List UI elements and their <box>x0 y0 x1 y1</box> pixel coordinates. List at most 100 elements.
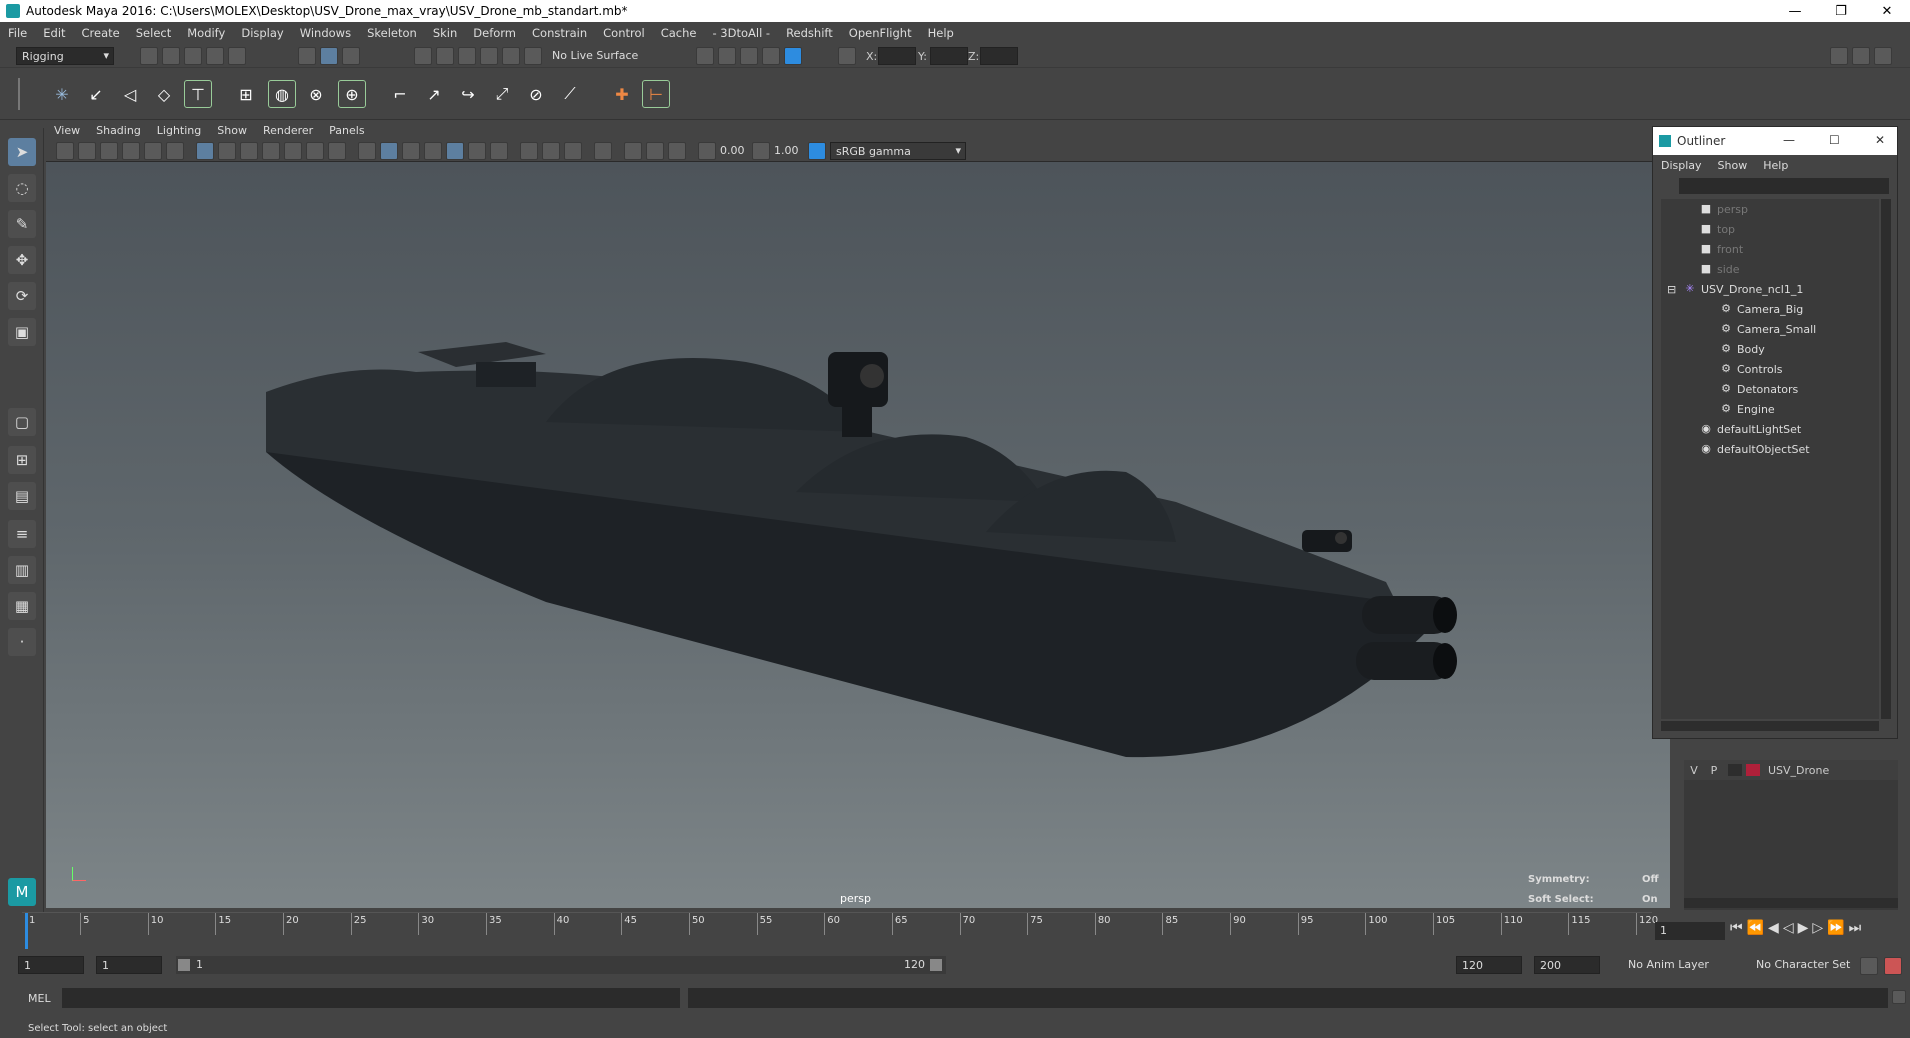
boat-model[interactable] <box>46 162 1670 908</box>
menu-help[interactable]: Help <box>928 26 954 40</box>
menu-skin[interactable]: Skin <box>433 26 457 40</box>
range-start-handle[interactable] <box>178 959 190 971</box>
z-field[interactable] <box>980 47 1018 65</box>
time-slider[interactable]: 1 5 10 15 20 25 30 35 40 45 50 55 60 65 70 75 80 85 90 95 10… <box>22 912 1658 950</box>
new-scene-icon[interactable] <box>140 47 158 65</box>
point-constraint-icon[interactable]: ↗ <box>420 80 448 108</box>
step-back-key-icon[interactable]: ⏪ <box>1747 920 1764 936</box>
modeling-toolkit-icon[interactable] <box>1830 47 1848 65</box>
outliner-item[interactable]: ■ front <box>1661 239 1879 259</box>
snap-grid-icon[interactable] <box>414 47 432 65</box>
layer-name[interactable]: USV_Drone <box>1768 764 1829 777</box>
close-button[interactable]: ✕ <box>1864 4 1910 19</box>
undo-icon[interactable] <box>206 47 224 65</box>
persp-graph-layout-icon[interactable]: ▥ <box>8 556 36 584</box>
outliner-window[interactable]: Outliner — ☐ ✕ Display Show Help ■ persp ■… <box>1652 126 1898 739</box>
menu-redshift[interactable]: Redshift <box>786 26 833 40</box>
outliner-item[interactable]: ◉ defaultObjectSet <box>1661 439 1879 459</box>
panel-menu-panels[interactable]: Panels <box>329 124 364 137</box>
ipr-render-icon[interactable] <box>784 47 802 65</box>
scale-tool-icon[interactable]: ▣ <box>8 318 36 346</box>
color-management-icon[interactable] <box>808 142 826 160</box>
outliner-search-input[interactable] <box>1679 178 1889 194</box>
smooth-shade-icon[interactable] <box>380 142 398 160</box>
outliner-hscrollbar[interactable] <box>1661 721 1879 731</box>
outliner-menu-show[interactable]: Show <box>1718 159 1748 172</box>
step-back-frame-icon[interactable]: ◀ <box>1768 920 1779 936</box>
menu-openflight[interactable]: OpenFlight <box>849 26 912 40</box>
step-forward-key-icon[interactable]: ⏩ <box>1827 920 1844 936</box>
snap-point-icon[interactable] <box>458 47 476 65</box>
layer-playback-toggle[interactable]: P <box>1704 764 1724 777</box>
panel-menu-shading[interactable]: Shading <box>96 124 141 137</box>
aim-constraint-icon[interactable]: ↪ <box>454 80 482 108</box>
depth-of-field-icon[interactable] <box>564 142 582 160</box>
open-scene-icon[interactable] <box>162 47 180 65</box>
ik-spline-icon[interactable]: ◁ <box>116 80 144 108</box>
select-tool-icon[interactable]: ➤ <box>8 138 36 166</box>
toolbox-more-icon[interactable]: · <box>8 628 36 656</box>
panel-menu-view[interactable]: View <box>54 124 80 137</box>
use-all-lights-icon[interactable] <box>446 142 464 160</box>
motion-blur-icon[interactable] <box>520 142 538 160</box>
pole-vector-icon[interactable]: ⟋ <box>556 80 584 108</box>
snap-live-icon[interactable] <box>524 47 542 65</box>
restore-button[interactable]: ❐ <box>1818 4 1864 19</box>
lasso-tool-icon[interactable]: ◌ <box>8 174 36 202</box>
xray-icon[interactable] <box>624 142 642 160</box>
x-field[interactable] <box>878 47 916 65</box>
go-to-start-icon[interactable]: ⏮ <box>1730 920 1743 936</box>
play-back-icon[interactable]: ◁ <box>1783 920 1794 936</box>
select-component-icon[interactable] <box>342 47 360 65</box>
graph-layout-icon[interactable]: ≡ <box>8 520 36 548</box>
outliner-item[interactable]: ⚙ Camera_Big <box>1661 299 1879 319</box>
shelf-handle[interactable] <box>18 78 32 110</box>
orient-constraint-icon[interactable]: ⤢ <box>488 80 516 108</box>
layer-row[interactable]: V P USV_Drone <box>1684 760 1898 780</box>
outliner-item[interactable]: ■ top <box>1661 219 1879 239</box>
menu-select[interactable]: Select <box>136 26 171 40</box>
xray-joints-icon[interactable] <box>668 142 686 160</box>
camera-attributes-icon[interactable] <box>78 142 96 160</box>
bind-skin-icon[interactable]: ⊞ <box>232 80 260 108</box>
rotate-tool-icon[interactable]: ⟳ <box>8 282 36 310</box>
range-end-handle[interactable] <box>930 959 942 971</box>
2d-pan-zoom-icon[interactable] <box>144 142 162 160</box>
insert-joint-icon[interactable]: ◇ <box>150 80 178 108</box>
anti-aliasing-icon[interactable] <box>542 142 560 160</box>
render-settings-icon[interactable] <box>740 47 758 65</box>
snap-surface-icon[interactable] <box>502 47 520 65</box>
current-time-marker[interactable] <box>25 913 28 949</box>
outliner-item[interactable]: ■ side <box>1661 259 1879 279</box>
viewport-persp[interactable]: persp Symmetry: Off Soft Select: On <box>46 162 1670 908</box>
xray-active-icon[interactable] <box>646 142 664 160</box>
resolution-gate-icon[interactable] <box>240 142 258 160</box>
character-set-dropdown[interactable]: No Character Set <box>1756 958 1850 971</box>
render-view-icon[interactable] <box>718 47 736 65</box>
mel-label[interactable]: MEL <box>28 992 51 1005</box>
outliner-close-button[interactable]: ✕ <box>1875 133 1885 147</box>
step-forward-frame-icon[interactable]: ▷ <box>1812 920 1823 936</box>
y-field[interactable] <box>930 47 968 65</box>
outliner-item[interactable]: ◉ defaultLightSet <box>1661 419 1879 439</box>
locator-icon[interactable]: ✚ <box>608 80 636 108</box>
lattice-icon[interactable]: ⌐ <box>386 80 414 108</box>
menu-deform[interactable]: Deform <box>473 26 516 40</box>
hypershade-icon[interactable] <box>762 47 780 65</box>
bookmark-icon[interactable] <box>100 142 118 160</box>
scene-start-field[interactable]: 1 <box>18 956 84 974</box>
outliner-tree[interactable]: ■ persp ■ top ■ front ■ side ⊟ ✳ USV_Drone_ncl1_1 ⚙… <box>1661 199 1879 719</box>
panel-menu-lighting[interactable]: Lighting <box>157 124 201 137</box>
exposure-icon[interactable] <box>698 142 716 160</box>
shadows-icon[interactable] <box>468 142 486 160</box>
four-view-layout-icon[interactable]: ⊞ <box>8 446 36 474</box>
minimize-button[interactable]: — <box>1772 4 1818 19</box>
safe-action-icon[interactable] <box>306 142 324 160</box>
select-object-icon[interactable] <box>320 47 338 65</box>
smooth-bind-icon[interactable]: ◍ <box>268 80 296 108</box>
menu-3dtoall[interactable]: - 3DtoAll - <box>712 26 770 40</box>
paint-select-icon[interactable]: ✎ <box>8 210 36 238</box>
panel-menu-renderer[interactable]: Renderer <box>263 124 313 137</box>
outliner-item[interactable]: ⚙ Engine <box>1661 399 1879 419</box>
ik-handle-icon[interactable]: ↙ <box>82 80 110 108</box>
